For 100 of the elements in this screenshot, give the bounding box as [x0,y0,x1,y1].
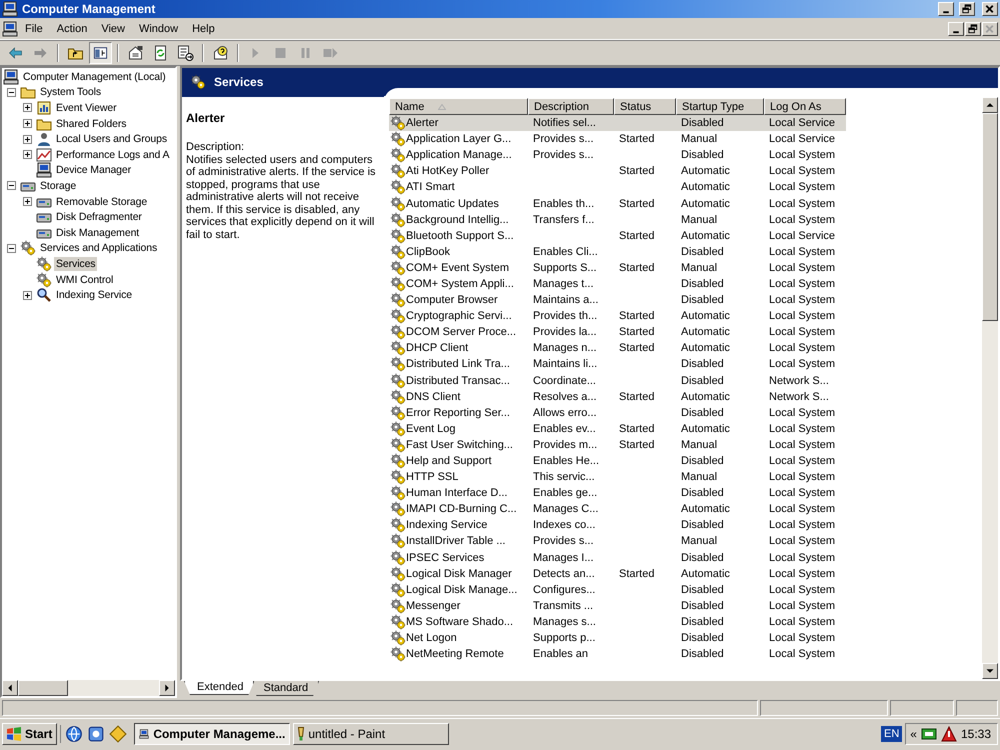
tree-item[interactable]: Services [54,256,98,271]
restore-button[interactable] [959,2,975,16]
table-row[interactable]: Background Intellig... Transfers f... Manual Local System [389,212,846,228]
minimize-button[interactable] [948,22,964,36]
table-row[interactable]: Net Logon Supports p... Disabled Local System [389,630,846,646]
split-pane-icon[interactable] [89,42,112,64]
table-row[interactable]: Cryptographic Servi... Provides th... Started Automatic Local System [389,308,846,324]
table-row[interactable]: DNS Client Resolves a... Started Automatic Network S... [389,388,846,405]
column-header[interactable]: Description [528,98,614,115]
diamond-icon[interactable] [109,724,128,742]
tree-item[interactable]: Local Users and Groups [54,132,170,146]
table-row[interactable]: Fast User Switching... Provides m... Started Manual Local System [389,436,846,453]
globe-icon[interactable] [65,724,84,742]
scroll-right-button[interactable] [159,680,175,696]
menu-item[interactable]: Help [185,20,222,38]
table-cell: Local Service [769,230,836,242]
table-row[interactable]: Application Layer G... Provides s... Started Manual Local Service [389,131,846,148]
tree-item[interactable]: Disk Management [54,226,142,240]
collapse-toggle[interactable] [7,181,16,190]
expand-toggle[interactable] [23,150,32,160]
menu-item[interactable]: File [18,20,50,38]
menu-item[interactable]: Window [132,20,186,38]
table-row[interactable]: Ati HotKey Poller Started Automatic Local System [389,163,846,180]
table-row[interactable]: IMAPI CD-Burning C... Manages C... Automatic Local System [389,501,846,518]
table-row[interactable]: MS Software Shado... Manages s... Disabled Local System [389,614,846,630]
table-row[interactable]: InstallDriver Table ... Provides s... Manual Local System [389,533,846,550]
scroll-up-button[interactable] [982,97,998,113]
collapse-toggle[interactable] [7,244,16,253]
service-name: COM+ Event System [406,262,510,274]
tree-item[interactable]: Storage [38,178,78,193]
tree-item[interactable]: Shared Folders [54,116,128,131]
sort-arrow-icon [438,104,446,110]
table-row[interactable]: COM+ Event System Supports S... Started Manual Local System [389,260,846,276]
table-row[interactable]: NetMeeting Remote Enables an Disabled Local System [389,646,846,662]
column-header[interactable]: Status [614,98,676,115]
close-button[interactable] [982,2,998,16]
gear-icon [390,388,406,405]
tree-item[interactable]: Performance Logs and A [54,148,172,162]
menu-item[interactable]: Action [50,20,94,38]
taskbar-button[interactable]: Computer Manageme... [134,722,290,744]
table-row[interactable]: ClipBook Enables Cli... Disabled Local System [389,244,846,260]
tray-expand-button[interactable]: « [910,726,917,740]
tree-item[interactable]: Disk Defragmenter [54,210,144,224]
expand-toggle[interactable] [23,103,32,112]
table-cell: Provides s... [533,535,594,548]
tree-item[interactable]: WMI Control [54,272,116,287]
column-header[interactable]: Log On As [764,98,846,115]
tree-item[interactable]: Indexing Service [54,288,134,302]
service-name: IPSEC Services [406,552,484,564]
table-row[interactable]: Indexing Service Indexes co... Disabled Local System [389,517,846,534]
expand-toggle[interactable] [23,197,32,206]
scroll-down-button[interactable] [982,663,998,679]
table-row[interactable]: Logical Disk Manage... Configures... Disabled Local System [389,582,846,598]
gear-icon [390,501,406,518]
table-cell: Allows erro... [533,406,597,419]
language-indicator[interactable]: EN [881,726,902,742]
table-row[interactable]: Computer Browser Maintains a... Disabled Local System [389,292,846,308]
table-cell: Local System [769,519,836,532]
table-row[interactable]: Help and Support Enables He... Disabled Local System [389,452,846,470]
table-row[interactable]: IPSEC Services Manages I... Disabled Local System [389,550,846,566]
tree-item[interactable]: Event Viewer [54,100,118,115]
alert-icon[interactable] [940,726,957,742]
collapse-toggle[interactable] [7,88,16,97]
scroll-left-button[interactable] [2,680,18,696]
table-row[interactable]: Automatic Updates Enables th... Started Automatic Local System [389,195,846,212]
table-row[interactable]: DHCP Client Manages n... Started Automatic Local System [389,340,846,356]
table-row[interactable]: Messenger Transmits ... Disabled Local System [389,598,846,614]
table-row[interactable]: ATI Smart Automatic Local System [389,179,846,196]
table-row[interactable]: Distributed Link Tra... Maintains li... Disabled Local System [389,356,846,372]
taskbar-button[interactable]: untitled - Paint [293,722,450,744]
expand-toggle[interactable] [23,119,32,128]
minimize-button[interactable] [938,2,954,16]
table-row[interactable]: Application Manage... Provides s... Disabled Local System [389,147,846,164]
table-row[interactable]: Human Interface D... Enables ge... Disabled Local System [389,485,846,502]
table-row[interactable]: Distributed Transac... Coordinate... Disabled Network S... [389,372,846,389]
restore-button[interactable] [965,22,981,36]
start-button[interactable]: Start [2,722,58,744]
gear-icon [390,179,406,196]
tree-item[interactable]: System Tools [38,85,104,100]
table-row[interactable]: Bluetooth Support S... Started Automatic Local Service [389,228,846,244]
view-tab[interactable]: Extended [184,681,254,695]
tree-item[interactable]: Device Manager [54,163,134,178]
table-row[interactable]: COM+ System Appli... Manages t... Disabled Local System [389,276,846,292]
tree-item[interactable]: Services and Applications [38,241,160,256]
menu-item[interactable]: View [94,20,132,38]
expand-toggle[interactable] [23,134,32,144]
table-row[interactable]: Alerter Notifies sel... Disabled Local Service [389,115,846,132]
table-row[interactable]: Logical Disk Manager Detects an... Started Automatic Local System [389,566,846,582]
tree-item[interactable]: Computer Management (Local) [21,70,168,84]
table-row[interactable]: DCOM Server Proce... Provides la... Started Automatic Local System [389,324,846,340]
table-row[interactable]: HTTP SSL This servic... Manual Local System [389,469,846,486]
column-header[interactable]: Startup Type [676,98,764,115]
close-button[interactable] [982,22,998,36]
expand-toggle[interactable] [23,290,32,300]
gear-icon [390,453,406,470]
tree-item[interactable]: Removable Storage [54,194,150,209]
table-row[interactable]: Event Log Enables ev... Started Automatic Local System [389,420,846,437]
table-row[interactable]: Error Reporting Ser... Allows erro... Disabled Local System [389,404,846,421]
column-header[interactable]: Name [389,98,528,115]
table-cell: Started [619,422,654,435]
